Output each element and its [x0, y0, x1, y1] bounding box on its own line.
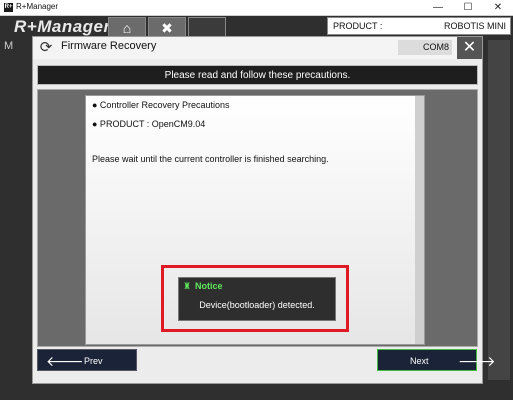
notice-title: Notice	[195, 281, 223, 291]
prev-label: Prev	[84, 356, 103, 366]
notice-box: ♜ Notice Device(bootloader) detected.	[178, 277, 336, 321]
os-titlebar: R+ R+Manager — ☐ ✕	[0, 0, 513, 16]
port-indicator: COM8	[398, 40, 452, 55]
maximize-button[interactable]: ☐	[453, 0, 483, 15]
precautions-banner: Please read and follow these precautions…	[37, 65, 478, 85]
content-scrollbar[interactable]	[415, 96, 424, 344]
side-letter: M	[4, 40, 14, 52]
dialog-title: Firmware Recovery	[61, 40, 157, 52]
arrow-right-icon: 🡒	[458, 353, 496, 369]
next-button[interactable]: Next 🡒	[377, 349, 496, 371]
close-icon: ✕	[462, 39, 477, 56]
minimize-button[interactable]: —	[423, 0, 453, 15]
product-label: PRODUCT :	[333, 21, 383, 31]
app-icon: R+	[4, 3, 13, 12]
product-indicator: PRODUCT : ROBOTIS MINI	[327, 17, 511, 35]
prev-button[interactable]: 🡐 Prev	[37, 349, 137, 371]
arrow-left-icon: 🡐	[46, 353, 84, 369]
recovery-icon: ⟳	[39, 39, 53, 56]
product-value: ROBOTIS MINI	[443, 21, 506, 31]
firmware-recovery-dialog: ⟳ Firmware Recovery COM8 ✕ Please read a…	[32, 36, 496, 384]
product-line: ● PRODUCT : OpenCM9.04	[92, 119, 206, 129]
dialog-header: ⟳ Firmware Recovery COM8 ✕	[33, 37, 482, 59]
next-label: Next	[410, 356, 429, 366]
precaution-line: ● Controller Recovery Precautions	[92, 100, 230, 110]
app-logo: R+Manager	[14, 17, 111, 36]
notice-message: Device(bootloader) detected.	[199, 300, 315, 310]
close-window-button[interactable]: ✕	[483, 0, 513, 15]
close-dialog-button[interactable]: ✕	[457, 37, 482, 59]
window-title: R+Manager	[16, 2, 59, 11]
app-right-panel	[488, 40, 510, 380]
notice-icon: ♜	[183, 281, 192, 291]
status-message: Please wait until the current controller…	[92, 154, 329, 164]
